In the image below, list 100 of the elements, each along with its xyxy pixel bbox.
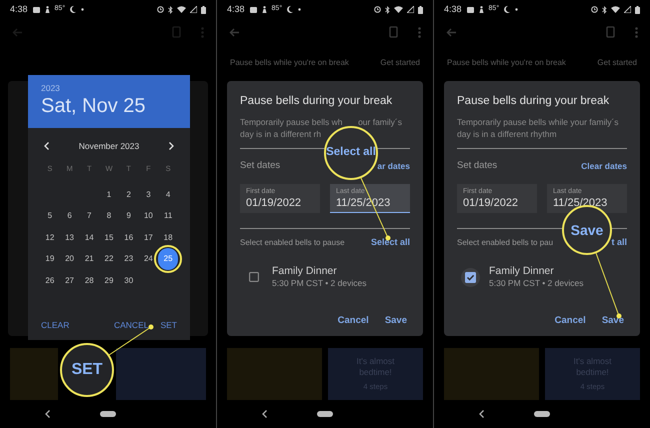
more-icon[interactable] xyxy=(635,26,638,38)
more-icon[interactable] xyxy=(418,26,421,38)
status-time: 4:38 xyxy=(444,2,462,16)
signal-icon xyxy=(407,6,414,13)
day-cell[interactable]: 30 xyxy=(124,272,134,289)
day-cell[interactable]: 2 xyxy=(126,186,131,203)
day-cell[interactable]: 22 xyxy=(104,251,114,268)
bell-name: Family Dinner xyxy=(272,265,338,278)
home-button[interactable] xyxy=(100,411,116,417)
alarm-icon xyxy=(591,6,598,13)
day-cell[interactable]: 24 xyxy=(144,251,153,268)
device-icon[interactable] xyxy=(389,26,398,38)
home-button[interactable] xyxy=(534,411,550,417)
set-dates-label: Set dates xyxy=(457,158,498,173)
wifi-icon xyxy=(611,6,620,13)
alarm-icon xyxy=(374,6,381,13)
dialog-title: Pause bells during your break xyxy=(457,94,610,109)
signal-icon xyxy=(624,6,631,13)
bells-label: Select enabled bells to pause xyxy=(240,237,345,249)
wifi-icon xyxy=(394,6,403,13)
day-cell[interactable]: 19 xyxy=(45,251,54,268)
set-button[interactable]: SET xyxy=(160,319,177,332)
moon-icon xyxy=(504,6,510,13)
save-button[interactable]: Save xyxy=(602,314,624,328)
status-time: 4:38 xyxy=(227,2,245,16)
day-cell[interactable]: 8 xyxy=(106,208,112,224)
status-time: 4:38 xyxy=(10,2,28,16)
day-cell[interactable]: 29 xyxy=(104,272,114,289)
bells-label: Select enabled bells to pau xyxy=(457,237,554,249)
back-arrow-icon[interactable] xyxy=(12,28,22,36)
day-cell[interactable]: 18 xyxy=(164,230,173,246)
day-cell[interactable]: 1 xyxy=(106,186,112,203)
day-cell[interactable]: 23 xyxy=(124,251,134,268)
dot-icon xyxy=(298,8,302,11)
dialog-title: Pause bells during your break xyxy=(240,94,394,109)
day-cell[interactable]: 20 xyxy=(65,251,74,268)
bluetooth-icon xyxy=(168,6,173,14)
banner-text: Pause bells while you're on break xyxy=(230,57,349,69)
select-all-link[interactable]: Select all xyxy=(370,236,410,250)
battery-icon xyxy=(201,6,206,14)
device-icon[interactable] xyxy=(172,26,181,38)
day-cell[interactable]: 12 xyxy=(45,230,54,246)
select-all-link[interactable]: t all xyxy=(611,236,627,250)
alarm-icon xyxy=(157,6,164,13)
cancel-button[interactable]: CANCEL xyxy=(114,319,148,332)
day-cell[interactable]: 3 xyxy=(146,186,151,203)
save-button[interactable]: Save xyxy=(384,314,407,328)
day-cell[interactable]: 27 xyxy=(65,272,74,289)
day-cell[interactable]: 14 xyxy=(84,230,94,246)
description-text: day is in a different rh xyxy=(240,128,322,140)
person-icon xyxy=(44,6,50,13)
dot-icon xyxy=(515,8,518,11)
back-arrow-icon[interactable] xyxy=(446,28,456,36)
day-cell[interactable]: 10 xyxy=(144,208,153,224)
device-icon[interactable] xyxy=(606,26,615,38)
battery-icon xyxy=(418,6,423,14)
description-text: Temporarily pause bells wh xyxy=(240,116,343,128)
bell-detail: 5:30 PM CST • 2 devices xyxy=(272,278,366,289)
person-icon xyxy=(478,6,484,13)
day-cell[interactable]: 17 xyxy=(144,230,153,246)
tip-card[interactable] xyxy=(116,348,206,400)
day-cell[interactable]: 21 xyxy=(84,251,94,268)
day-cell[interactable]: 16 xyxy=(124,230,134,246)
back-icon[interactable] xyxy=(262,410,267,418)
day-cell[interactable]: 26 xyxy=(45,272,54,289)
cancel-button[interactable]: Cancel xyxy=(338,314,369,328)
day-cell[interactable]: 15 xyxy=(104,230,114,246)
clear-button[interactable]: CLEAR xyxy=(41,319,70,332)
tip-card[interactable] xyxy=(10,348,58,400)
back-icon[interactable] xyxy=(479,410,484,418)
next-month-icon[interactable] xyxy=(168,142,174,150)
cancel-button[interactable]: Cancel xyxy=(554,314,586,328)
bluetooth-icon xyxy=(602,6,607,14)
day-cell[interactable]: 9 xyxy=(126,208,131,224)
day-cell[interactable]: 7 xyxy=(87,208,92,224)
clear-dates-link[interactable]: Clear dates xyxy=(581,160,627,172)
home-button[interactable] xyxy=(317,411,333,417)
moon-icon xyxy=(70,6,76,13)
day-cell[interactable]: 6 xyxy=(67,208,72,224)
moon-icon xyxy=(287,6,294,13)
day-cell[interactable]: 13 xyxy=(65,230,74,246)
set-dates-label: Set dates xyxy=(240,158,280,173)
day-cell[interactable]: 28 xyxy=(84,272,94,289)
day-cell[interactable]: 5 xyxy=(48,208,52,224)
day-cell[interactable]: 4 xyxy=(166,186,170,203)
back-icon[interactable] xyxy=(45,410,50,418)
clear-dates-link[interactable]: ar dates xyxy=(377,160,410,172)
previous-month-icon[interactable] xyxy=(44,142,49,150)
checkbox[interactable] xyxy=(465,272,476,282)
bell-detail: 5:30 PM CST • 2 devices xyxy=(489,278,584,289)
tip-card[interactable] xyxy=(227,348,322,400)
description-text: our family´s xyxy=(358,116,402,128)
message-icon xyxy=(250,6,257,12)
message-icon xyxy=(32,6,40,12)
tip-card[interactable] xyxy=(444,348,539,400)
back-arrow-icon[interactable] xyxy=(229,28,239,36)
checkbox[interactable] xyxy=(248,272,258,282)
day-cell[interactable]: 11 xyxy=(164,208,172,224)
day-cell[interactable]: 25 xyxy=(158,248,178,270)
month-label: November 2023 xyxy=(78,140,140,152)
